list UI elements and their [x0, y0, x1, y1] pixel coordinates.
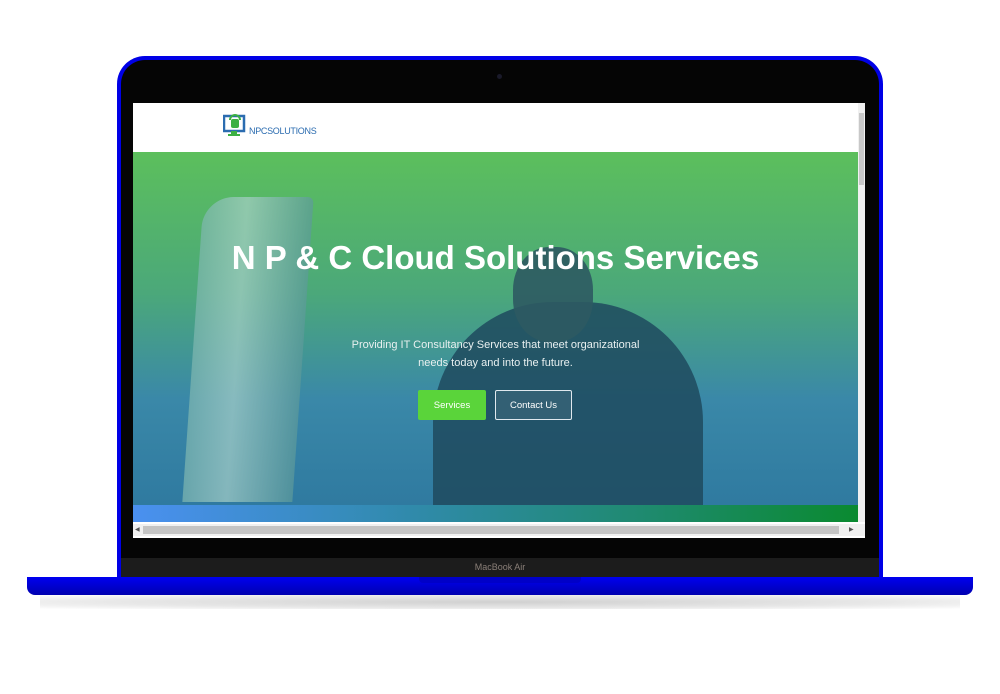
services-button[interactable]: Services	[418, 390, 486, 420]
camera	[497, 74, 502, 79]
site-logo[interactable]: NPCSOLUTIONS	[223, 113, 317, 139]
hero-section: N P & C Cloud Solutions Services Providi…	[133, 152, 858, 505]
device-label: MacBook Air	[474, 562, 526, 572]
hero-subtitle: Providing IT Consultancy Services that m…	[133, 336, 858, 372]
scroll-left-arrow-icon[interactable]: ◀	[135, 526, 140, 533]
laptop-shadow	[40, 595, 960, 609]
site-header: NPCSOLUTIONS	[133, 103, 858, 152]
gradient-bar	[133, 505, 858, 522]
monitor-lock-icon	[223, 114, 246, 136]
logo-text: NPCSOLUTIONS	[249, 126, 317, 136]
contact-us-button[interactable]: Contact Us	[495, 390, 572, 420]
subtitle-line: Providing IT Consultancy Services that m…	[351, 339, 640, 351]
subtitle-line: needs today and into the future.	[418, 357, 573, 369]
hero-title: N P & C Cloud Solutions Services	[231, 239, 760, 276]
scroll-right-arrow-icon[interactable]: ▶	[849, 526, 854, 533]
horizontal-scroll-thumb[interactable]	[143, 526, 839, 534]
browser-screen: NPCSOLUTIONS N P & C Cloud Solutions Ser…	[133, 103, 865, 538]
laptop-notch	[419, 577, 581, 583]
vertical-scroll-thumb[interactable]	[859, 113, 864, 185]
